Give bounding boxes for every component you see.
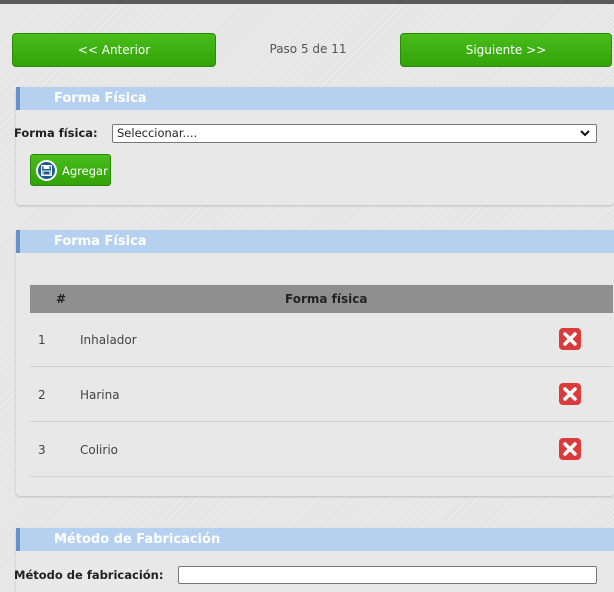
- floppy-disk-icon: [36, 160, 57, 181]
- row-forma-fisica: Colirio: [80, 443, 118, 457]
- table-row: 1 Inhalador: [30, 313, 613, 367]
- row-forma-fisica: Harina: [80, 388, 120, 402]
- step-indicator: Paso 5 de 11: [269, 42, 347, 56]
- table-row: 2 Harina: [30, 368, 613, 422]
- metodo-fabricacion-field-row: Método de fabricación:: [14, 568, 163, 582]
- row-number: 3: [38, 443, 46, 457]
- forma-fisica-label: Forma física:: [14, 126, 98, 140]
- forma-fisica-field-row: Forma física:: [14, 126, 98, 140]
- column-header-number: #: [56, 292, 67, 306]
- next-button[interactable]: Siguiente >>: [400, 33, 612, 67]
- metodo-fabricacion-input[interactable]: [178, 566, 597, 584]
- previous-button[interactable]: << Anterior: [12, 33, 216, 67]
- delete-row-button[interactable]: [559, 328, 581, 350]
- add-button[interactable]: Agregar: [30, 154, 111, 186]
- add-button-label: Agregar: [62, 164, 108, 178]
- metodo-fabricacion-label: Método de fabricación:: [14, 568, 164, 582]
- chevron-down-icon: [580, 125, 590, 148]
- close-x-icon: [563, 332, 577, 346]
- forma-fisica-select[interactable]: Seleccionar....: [112, 124, 597, 143]
- top-bar: [0, 0, 614, 4]
- close-x-icon: [563, 387, 577, 401]
- table-header: # Forma física: [30, 285, 613, 313]
- column-header-forma-fisica: Forma física: [285, 292, 368, 306]
- delete-row-button[interactable]: [559, 438, 581, 460]
- panel-title: Método de Fabricación: [16, 528, 614, 551]
- forma-fisica-form-panel: Forma Física: [16, 87, 614, 205]
- panel-title: Forma Física: [16, 87, 614, 110]
- table-row: 3 Colirio: [30, 423, 613, 477]
- delete-row-button[interactable]: [559, 383, 581, 405]
- close-x-icon: [563, 442, 577, 456]
- panel-title: Forma Física: [16, 230, 614, 253]
- select-value: Seleccionar....: [117, 126, 198, 140]
- row-number: 2: [38, 388, 46, 402]
- row-forma-fisica: Inhalador: [80, 333, 137, 347]
- row-number: 1: [38, 333, 46, 347]
